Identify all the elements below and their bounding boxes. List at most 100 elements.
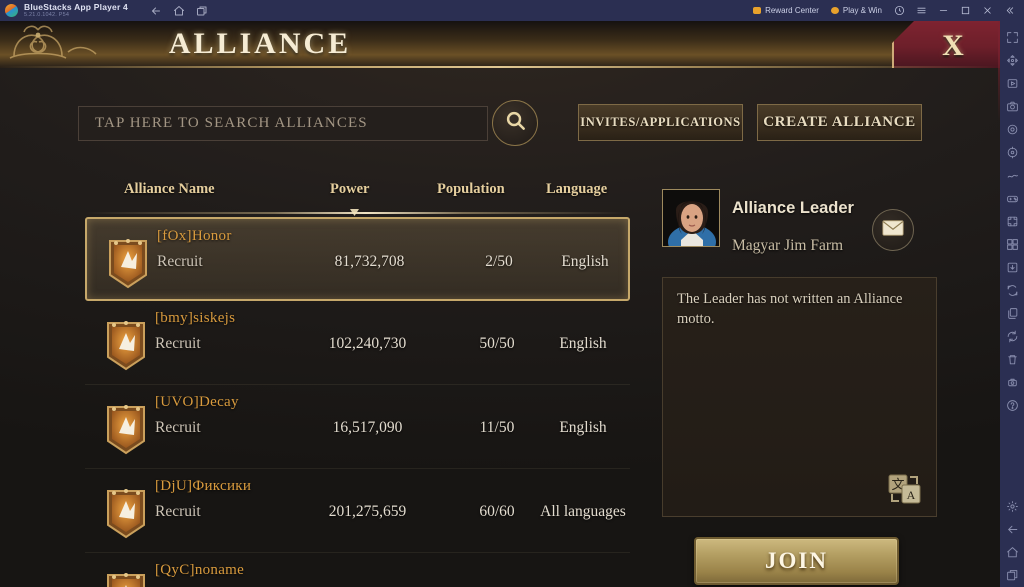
table-row[interactable]: [fOx]Honor Recruit 81,732,708 2/50 English — [85, 217, 630, 301]
alliance-crest-icon — [103, 571, 149, 587]
recents-nav-icon[interactable] — [1000, 564, 1024, 587]
alliance-role: Recruit — [155, 335, 201, 352]
reward-icon — [753, 7, 762, 14]
send-mail-button[interactable] — [872, 209, 914, 251]
alliance-leader-name: Magyar Jim Farm — [732, 237, 844, 254]
table-row[interactable]: [UVO]Decay Recruit 16,517,090 11/50 English — [85, 385, 630, 469]
avatar[interactable] — [662, 189, 720, 247]
help-icon[interactable] — [1000, 394, 1024, 417]
magnifier-icon — [504, 109, 527, 137]
bluestacks-titlebar: BlueStacks App Player 4 5.21.0.1042. P54… — [0, 0, 1024, 21]
alliance-crest-icon — [103, 319, 149, 371]
alliance-language: English — [559, 419, 607, 436]
translate-icon[interactable]: 文 A — [886, 472, 924, 506]
panel-edge-accent — [998, 21, 1000, 121]
column-header-population[interactable]: Population — [437, 181, 505, 198]
bluestacks-sidebar[interactable] — [1000, 21, 1024, 587]
trash-icon[interactable] — [1000, 348, 1024, 371]
home-nav-icon[interactable] — [1000, 541, 1024, 564]
sync-icon[interactable] — [1000, 325, 1024, 348]
alliance-power: 16,517,090 — [332, 419, 403, 436]
bluestacks-logo-icon — [5, 4, 18, 17]
screenshot-icon[interactable] — [1000, 95, 1024, 118]
app-root: BlueStacks App Player 4 5.21.0.1042. P54… — [0, 0, 1024, 587]
record-macro-icon[interactable] — [1000, 72, 1024, 95]
envelope-icon — [882, 219, 904, 241]
minimize-icon[interactable] — [932, 0, 954, 21]
search-placeholder: TAP HERE TO SEARCH ALLIANCES — [95, 115, 368, 131]
location-icon[interactable] — [1000, 141, 1024, 164]
camera-icon[interactable] — [1000, 118, 1024, 141]
play-and-win-label: Play & Win — [842, 6, 882, 15]
create-alliance-button[interactable]: CREATE ALLIANCE — [757, 104, 922, 141]
alliance-power: 102,240,730 — [328, 335, 407, 352]
search-button[interactable] — [492, 100, 538, 146]
alliance-name: [bmy]siskejs — [155, 310, 236, 326]
alliance-language: English — [561, 253, 609, 270]
close-alliance-button[interactable]: X — [892, 21, 1000, 68]
play-and-win-button[interactable]: Play & Win — [825, 4, 888, 17]
history-icon[interactable] — [888, 0, 910, 21]
alliance-detail-panel: Alliance Leader Magyar Jim Farm The Lead… — [650, 171, 950, 587]
game-viewport: ALLIANCE X TAP HERE TO SEARCH ALLIANCES … — [0, 21, 1000, 587]
rotate-icon[interactable] — [1000, 279, 1024, 302]
close-icon[interactable] — [976, 0, 998, 21]
multi-instance-manager-icon[interactable] — [1000, 233, 1024, 256]
create-alliance-label: CREATE ALLIANCE — [763, 114, 916, 130]
app-title: BlueStacks App Player 4 — [24, 2, 128, 12]
gamepad-icon[interactable] — [1000, 187, 1024, 210]
keymap-icon[interactable] — [1000, 210, 1024, 233]
settings-icon[interactable] — [1000, 495, 1024, 518]
back-nav-icon[interactable] — [1000, 518, 1024, 541]
alliance-header-bar: ALLIANCE X — [0, 21, 1000, 68]
alliance-population: 11/50 — [479, 419, 515, 436]
copy-icon[interactable] — [1000, 302, 1024, 325]
alliance-population: 60/60 — [479, 503, 515, 520]
search-input[interactable]: TAP HERE TO SEARCH ALLIANCES — [78, 106, 488, 141]
multi-instance-icon[interactable] — [196, 5, 208, 17]
move-icon[interactable] — [1000, 49, 1024, 72]
app-version: 5.21.0.1042. P54 — [24, 11, 70, 18]
alliance-population: 2/50 — [485, 253, 513, 270]
alliance-leader-title: Alliance Leader — [732, 199, 854, 217]
alliance-motto-text: The Leader has not written an Alliance m… — [677, 291, 903, 327]
alliance-crest-icon — [105, 237, 151, 289]
search-row: TAP HERE TO SEARCH ALLIANCES INVITES/APP… — [0, 95, 1000, 151]
alliance-power: 201,275,659 — [328, 503, 407, 520]
table-column-headers: Alliance Name Power Population Language — [0, 175, 640, 209]
ornament-decoration-icon — [4, 22, 124, 67]
bluestacks-title-group: BlueStacks App Player 4 5.21.0.1042. P54 — [24, 3, 128, 18]
alliance-role: Recruit — [155, 503, 201, 520]
table-row[interactable]: [QyC]noname — [85, 553, 630, 587]
alliance-crest-icon — [103, 403, 149, 455]
leader-section: Alliance Leader Magyar Jim Farm — [650, 171, 950, 263]
coin-icon — [830, 7, 839, 14]
invites-applications-button[interactable]: INVITES/APPLICATIONS — [578, 104, 743, 141]
menu-icon[interactable] — [910, 0, 932, 21]
volume-icon[interactable] — [1000, 371, 1024, 394]
alliance-population: 50/50 — [479, 335, 515, 352]
column-header-language[interactable]: Language — [546, 181, 607, 198]
titlebar-right-group: Reward Center Play & Win — [747, 0, 1024, 21]
collapse-icon[interactable] — [998, 0, 1020, 21]
alliance-language: English — [559, 335, 607, 352]
maximize-icon[interactable] — [954, 0, 976, 21]
fullscreen-icon[interactable] — [1000, 26, 1024, 49]
reward-center-button[interactable]: Reward Center — [747, 4, 825, 17]
join-button[interactable]: JOIN — [694, 537, 899, 585]
table-row[interactable]: [bmy]siskejs Recruit 102,240,730 50/50 Engli… — [85, 301, 630, 385]
alliance-list[interactable]: [fOx]Honor Recruit 81,732,708 2/50 English [… — [85, 217, 630, 587]
svg-text:A: A — [907, 488, 916, 502]
shake-icon[interactable] — [1000, 164, 1024, 187]
column-header-power[interactable]: Power — [330, 181, 369, 198]
back-icon[interactable] — [150, 5, 162, 17]
table-row[interactable]: [DjU]Фиксики Recruit 201,275,659 60/60 All l… — [85, 469, 630, 553]
install-apk-icon[interactable] — [1000, 256, 1024, 279]
column-header-alliance-name[interactable]: Alliance Name — [124, 181, 215, 198]
alliance-crest-icon — [103, 487, 149, 539]
alliance-name: [UVO]Decay — [155, 394, 239, 410]
home-icon[interactable] — [173, 5, 185, 17]
alliance-name: [DjU]Фиксики — [155, 478, 252, 494]
alliance-role: Recruit — [157, 253, 203, 270]
alliance-power: 81,732,708 — [334, 253, 405, 270]
